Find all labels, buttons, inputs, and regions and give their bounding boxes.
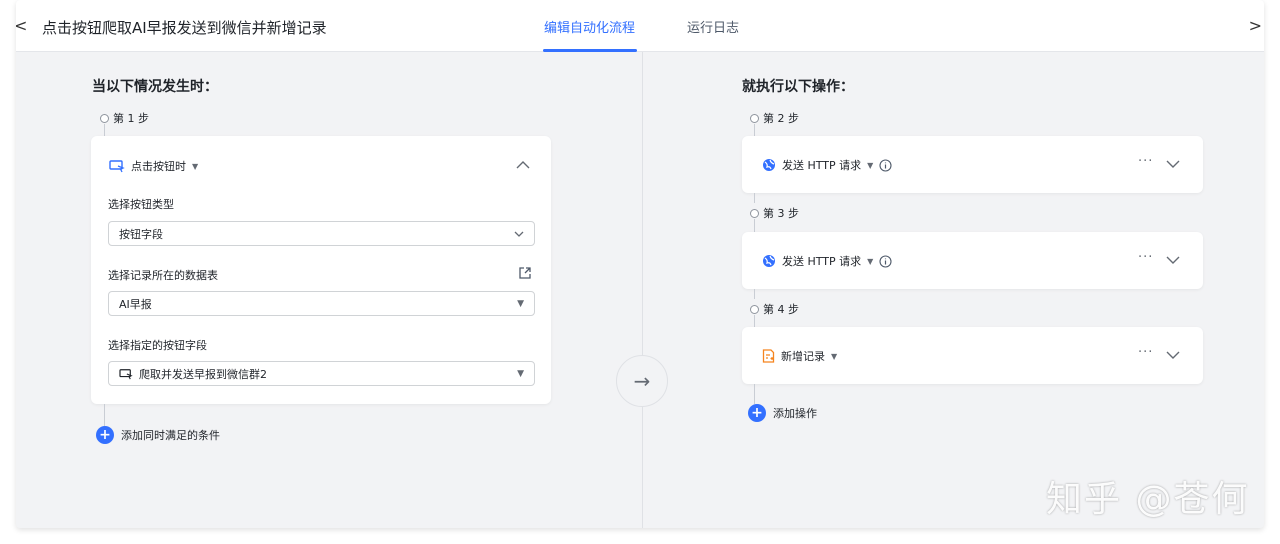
add-record-icon xyxy=(762,349,775,363)
step-connector xyxy=(754,124,755,136)
button-type-label: 选择按钮类型 xyxy=(108,198,174,211)
plus-icon: + xyxy=(96,426,114,444)
chevron-down-icon xyxy=(514,231,524,237)
table-label: 选择记录所在的数据表 xyxy=(108,269,218,282)
more-icon[interactable]: ··· xyxy=(1138,345,1153,360)
more-icon[interactable]: ··· xyxy=(1138,250,1153,265)
chevron-down-icon[interactable] xyxy=(1166,160,1180,169)
actions-section-title: 就执行以下操作： xyxy=(742,79,854,95)
step-2-label: 第 2 步 xyxy=(750,110,799,126)
chevron-down-icon[interactable] xyxy=(1166,351,1180,360)
active-tab-indicator xyxy=(543,49,637,52)
step-dot-icon xyxy=(750,304,759,314)
globe-icon xyxy=(763,255,775,267)
table-select[interactable]: AI早报 ▼ xyxy=(108,291,535,316)
tab-edit-flow[interactable]: 编辑自动化流程 xyxy=(544,17,635,36)
page-title: 点击按钮爬取AI早报发送到微信并新增记录 xyxy=(42,19,327,37)
action-card-http-1[interactable]: 发送 HTTP 请求 ▼ ··· xyxy=(742,136,1203,193)
step-connector xyxy=(754,315,755,327)
trigger-card-header[interactable]: 点击按钮时 ▼ xyxy=(109,158,198,174)
chevron-up-icon[interactable] xyxy=(516,160,530,170)
step-3-label: 第 3 步 xyxy=(750,205,799,221)
watermark: 知乎 @苍何 xyxy=(1046,479,1250,520)
flow-arrow: → xyxy=(616,355,668,407)
add-action-button[interactable]: + 添加操作 xyxy=(748,404,817,422)
step-connector xyxy=(754,219,755,232)
info-icon[interactable] xyxy=(879,254,892,268)
chevron-left-icon[interactable]: < xyxy=(16,16,27,35)
button-field-select[interactable]: 爬取并发送早报到微信群2 ▼ xyxy=(108,361,535,386)
caret-down-icon: ▼ xyxy=(867,160,874,170)
chevron-down-icon[interactable] xyxy=(1166,256,1180,265)
step-connector xyxy=(754,289,755,299)
caret-down-icon: ▼ xyxy=(517,368,524,379)
button-field-label: 选择指定的按钮字段 xyxy=(108,339,207,352)
step-1-label: 第 1 步 xyxy=(100,110,149,126)
chevron-right-icon[interactable]: > xyxy=(1249,16,1262,35)
trigger-section-title: 当以下情况发生时： xyxy=(92,79,218,95)
globe-icon xyxy=(763,159,775,171)
step-connector xyxy=(104,404,105,426)
step-connector xyxy=(754,193,755,203)
add-condition-button[interactable]: + 添加同时满足的条件 xyxy=(96,426,220,444)
top-bar: < 点击按钮爬取AI早报发送到微信并新增记录 编辑自动化流程 运行日志 > xyxy=(16,0,1264,52)
button-type-select[interactable]: 按钮字段 xyxy=(108,221,535,246)
caret-down-icon: ▼ xyxy=(517,298,524,309)
info-icon[interactable] xyxy=(879,158,892,172)
button-cursor-icon xyxy=(119,368,133,379)
panel-divider xyxy=(642,52,643,528)
caret-down-icon: ▼ xyxy=(831,351,838,361)
caret-down-icon: ▼ xyxy=(192,161,199,171)
step-connector xyxy=(754,384,755,404)
step-connector xyxy=(104,124,105,136)
tab-run-log[interactable]: 运行日志 xyxy=(687,17,739,36)
more-icon[interactable]: ··· xyxy=(1138,154,1153,169)
arrow-right-icon: → xyxy=(633,369,651,393)
action-card-http-2[interactable]: 发送 HTTP 请求 ▼ ··· xyxy=(742,232,1203,289)
step-dot-icon xyxy=(750,113,759,123)
step-4-label: 第 4 步 xyxy=(750,301,799,317)
open-external-icon[interactable] xyxy=(518,266,532,280)
trigger-card: 点击按钮时 ▼ 选择按钮类型 按钮字段 选择记录所在的数据表 AI早报 ▼ 选择… xyxy=(91,136,551,404)
step-dot-icon xyxy=(100,113,109,123)
caret-down-icon: ▼ xyxy=(867,256,874,266)
plus-icon: + xyxy=(748,404,766,422)
action-card-add-record[interactable]: 新增记录 ▼ ··· xyxy=(742,327,1203,384)
automation-window: < 点击按钮爬取AI早报发送到微信并新增记录 编辑自动化流程 运行日志 > 当以… xyxy=(16,0,1264,528)
step-dot-icon xyxy=(750,208,759,218)
button-cursor-icon xyxy=(109,160,125,173)
